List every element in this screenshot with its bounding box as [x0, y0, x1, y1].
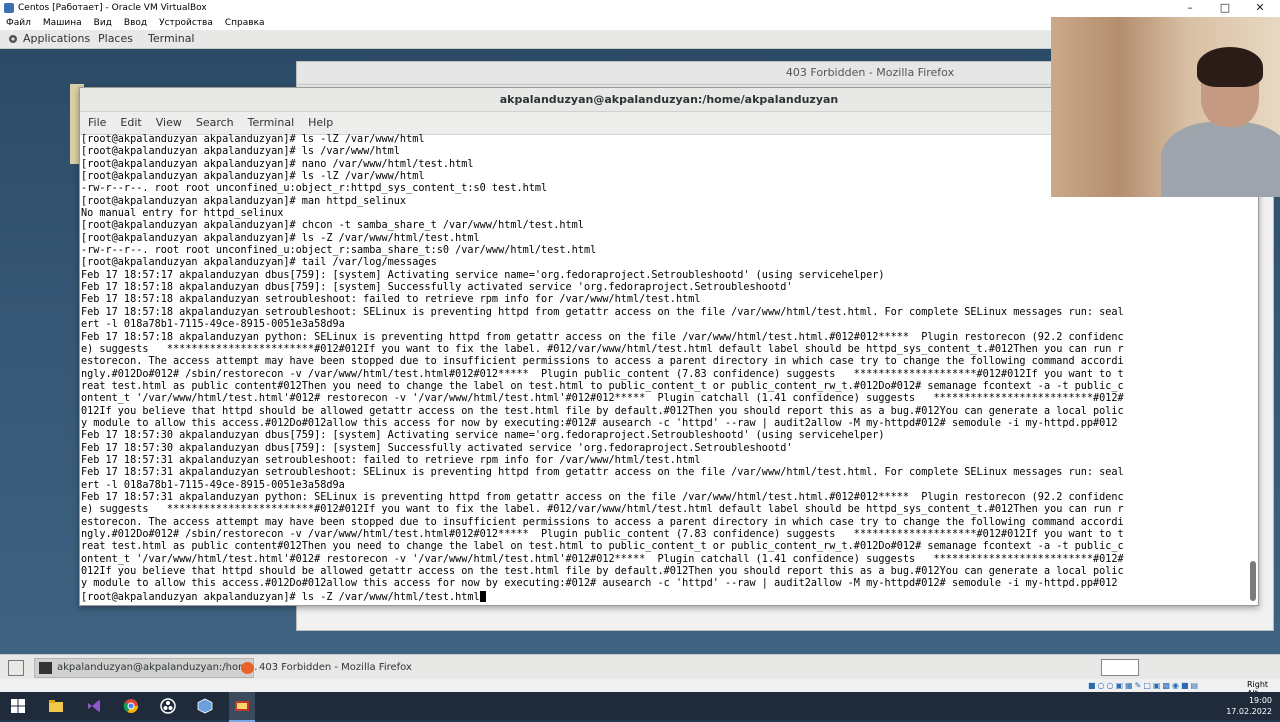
applications-menu[interactable]: Applications [23, 30, 90, 48]
vbox-menu-input[interactable]: Ввод [124, 18, 147, 28]
terminal-menu-file[interactable]: File [88, 116, 106, 129]
terminal-line: e) suggests ************************#012… [81, 504, 1124, 516]
terminal-line: Feb 17 18:57:17 akpalanduzyan dbus[759]:… [81, 269, 885, 281]
taskbar-firefox[interactable]: 403 Forbidden - Mozilla Firefox [236, 658, 456, 678]
terminal-line: y module to allow this access.#012Do#012… [81, 417, 1118, 429]
webcam-overlay [1051, 17, 1280, 197]
system-clock[interactable]: 19:00 17.02.2022 [1226, 695, 1272, 717]
terminal-icon [39, 662, 52, 674]
terminal-line: [root@akpalanduzyan akpalanduzyan]# ls -… [81, 232, 480, 244]
vbox-menu-machine[interactable]: Машина [43, 18, 82, 28]
terminal-prompt-text: [root@akpalanduzyan akpalanduzyan]# ls -… [81, 591, 480, 603]
virtualbox-icon [4, 3, 14, 13]
terminal-line: Feb 17 18:57:18 akpalanduzyan dbus[759]:… [81, 282, 793, 294]
maximize-icon[interactable]: □ [1215, 0, 1235, 16]
vbox-menu-view[interactable]: Вид [94, 18, 112, 28]
terminal-line: No manual entry for httpd_selinux [81, 208, 284, 220]
terminal-line: ngly.#012Do#012# /sbin/restorecon -v /va… [81, 529, 1124, 540]
scrollbar-thumb[interactable] [1250, 561, 1256, 601]
terminal-line: ontent_t '/var/www/html/test.html'#012# … [81, 553, 1124, 565]
terminal-line: Feb 17 18:57:31 akpalanduzyan setroubles… [81, 467, 1124, 479]
chrome-icon[interactable] [123, 698, 139, 714]
vbox-status-bar: ■○○▣▦✎□▣▩◉■▤ Right Alt [0, 679, 1280, 698]
terminal-scrollbar[interactable] [1250, 136, 1256, 601]
obs-icon[interactable] [160, 698, 176, 714]
close-icon[interactable]: ✕ [1250, 0, 1270, 16]
vbox-window-title: Centos [Работает] - Oracle VM VirtualBox [18, 3, 207, 13]
terminal-line: estorecon. The access attempt may have b… [81, 516, 1124, 528]
terminal-line: ontent_t '/var/www/html/test.html'#012# … [81, 393, 1124, 405]
show-desktop-icon[interactable] [8, 660, 24, 676]
taskbar-firefox-label: 403 Forbidden - Mozilla Firefox [259, 662, 412, 673]
terminal-line: Feb 17 18:57:30 akpalanduzyan dbus[759]:… [81, 442, 793, 454]
terminal-output[interactable]: [root@akpalanduzyan akpalanduzyan]# ls -… [81, 134, 1246, 604]
clock-time: 19:00 [1248, 696, 1272, 705]
virtualbox-taskbar-icon[interactable] [197, 698, 213, 714]
vbox-title-bar: Centos [Работает] - Oracle VM VirtualBox… [0, 0, 1280, 16]
webcam-person-hair [1197, 47, 1263, 87]
terminal-line: Feb 17 18:57:31 akpalanduzyan python: SE… [81, 491, 1124, 503]
virtualbox-vm-icon[interactable] [234, 698, 250, 714]
taskbar-terminal-label: akpalanduzyan@akpalanduzyan:/hom... [57, 662, 258, 673]
terminal-line: reat test.html as public content#012Then… [81, 380, 1124, 392]
terminal-line: [root@akpalanduzyan akpalanduzyan]# man … [81, 195, 407, 207]
gnome-bottom-panel: akpalanduzyan@akpalanduzyan:/hom... 403 … [0, 654, 1280, 679]
workspace-switcher[interactable] [1101, 659, 1139, 676]
terminal-line: e) suggests ************************#012… [81, 343, 1124, 355]
clock-date: 17.02.2022 [1226, 707, 1272, 716]
applications-icon [9, 35, 17, 43]
terminal-line: y module to allow this access.#012Do#012… [81, 578, 1118, 590]
taskbar-terminal[interactable]: akpalanduzyan@akpalanduzyan:/hom... [34, 658, 258, 678]
minimize-icon[interactable]: – [1180, 0, 1200, 16]
vbox-menu-devices[interactable]: Устройства [159, 18, 213, 28]
terminal-line: Feb 17 18:57:18 akpalanduzyan setroubles… [81, 294, 701, 306]
places-menu[interactable]: Places [98, 30, 133, 48]
terminal-line: Feb 17 18:57:18 akpalanduzyan setroubles… [81, 306, 1124, 318]
file-explorer-icon[interactable] [48, 698, 64, 714]
visual-studio-icon[interactable] [86, 698, 102, 714]
terminal-line: 012If you believe that httpd should be a… [81, 405, 1124, 417]
terminal-menu[interactable]: Terminal [148, 30, 195, 48]
terminal-menu-search[interactable]: Search [196, 116, 234, 129]
terminal-menu-edit[interactable]: Edit [120, 116, 141, 129]
firefox-icon [241, 662, 254, 674]
terminal-line: Feb 17 18:57:18 akpalanduzyan python: SE… [81, 331, 1124, 343]
terminal-menu-help[interactable]: Help [308, 116, 333, 129]
terminal-line: -rw-r--r--. root root unconfined_u:objec… [81, 245, 597, 257]
terminal-line: reat test.html as public content#012Then… [81, 541, 1124, 553]
terminal-line: Feb 17 18:57:31 akpalanduzyan setroubles… [81, 454, 701, 466]
terminal-line: Feb 17 18:57:30 akpalanduzyan dbus[759]:… [81, 430, 885, 442]
terminal-line: ngly.#012Do#012# /sbin/restorecon -v /va… [81, 368, 1124, 380]
terminal-line: [root@akpalanduzyan akpalanduzyan]# chco… [81, 220, 584, 232]
vbox-menu-help[interactable]: Справка [225, 18, 265, 28]
terminal-cursor [479, 590, 486, 602]
terminal-menu-view[interactable]: View [156, 116, 182, 129]
terminal-line: 012If you believe that httpd should be a… [81, 566, 1124, 578]
windows-start-icon[interactable] [10, 698, 26, 714]
terminal-line: [root@akpalanduzyan akpalanduzyan]# tail… [81, 257, 437, 269]
terminal-line: ert -l 018a78b1-7115-49ce-8915-0051e3a58… [81, 479, 345, 491]
terminal-line: estorecon. The access attempt may have b… [81, 356, 1124, 368]
terminal-menu-terminal[interactable]: Terminal [248, 116, 295, 129]
terminal-line: ert -l 018a78b1-7115-49ce-8915-0051e3a58… [81, 319, 345, 331]
terminal-prompt-line[interactable]: [root@akpalanduzyan akpalanduzyan]# ls -… [81, 590, 1246, 603]
vbox-status-icons: ■○○▣▦✎□▣▩◉■▤ [1088, 681, 1201, 690]
windows-taskbar: 19:00 17.02.2022 [0, 692, 1280, 722]
webcam-person-body [1161, 122, 1280, 197]
vbox-menu-file[interactable]: Файл [6, 18, 31, 28]
